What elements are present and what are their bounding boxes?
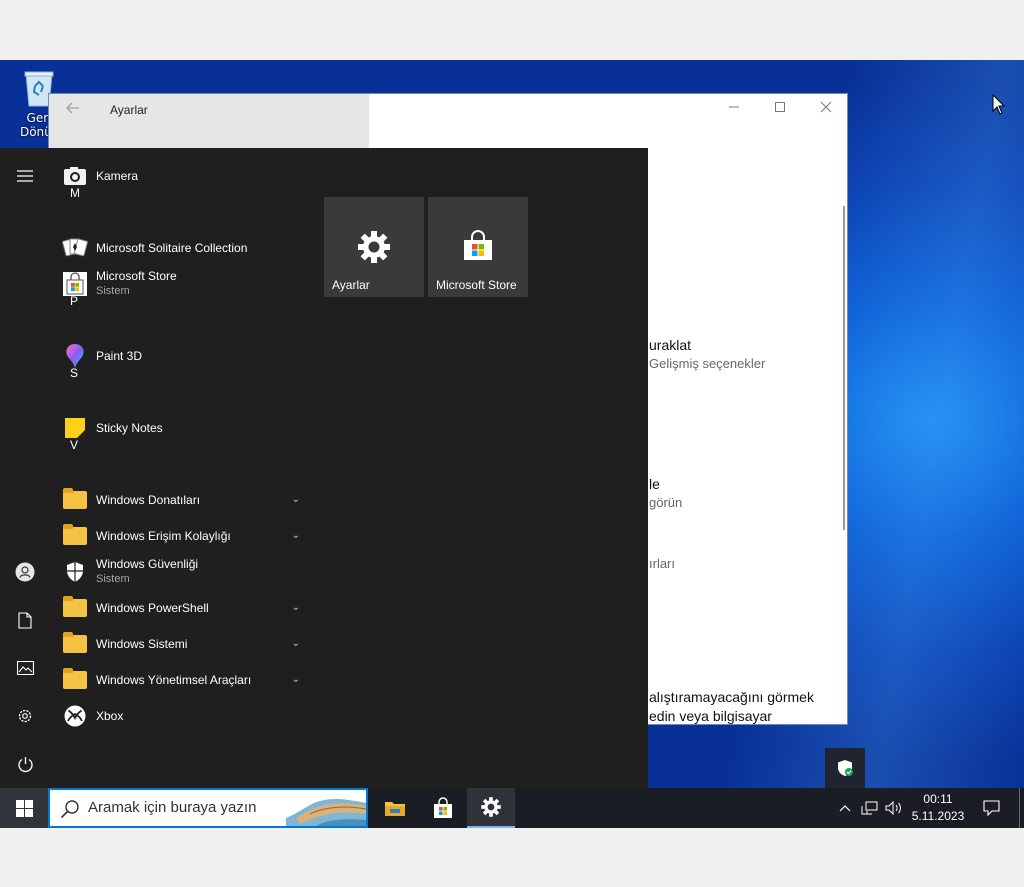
start-menu[interactable]: Kamera M Microsoft Solitaire Collection … [0,148,648,788]
list-item-windows-yonetimsel-araclari[interactable]: Windows Yönetimsel Araçları ⌄ [56,662,306,698]
clock[interactable]: 00:11 5.11.2023 [908,791,968,825]
app-label: Microsoft Solitaire Collection [96,240,248,255]
microsoft-store-icon [434,797,452,818]
app-label: Microsoft Store [96,269,177,283]
hamburger-menu-icon[interactable] [10,161,40,191]
folder-icon [62,595,88,621]
desktop: Geri Dönüş Ayarlar uraklat Gelişmiş seçen… [0,60,1024,828]
settings-text-fragment: le [649,476,660,492]
clock-time: 00:11 [923,792,953,806]
windows-defender-notification-icon[interactable] [825,748,865,788]
search-input[interactable] [88,799,288,816]
settings-text-fragment: alıştıramayacağını görmek [649,689,814,705]
search-box[interactable] [48,788,368,828]
folder-icon [62,631,88,657]
settings-gear-icon[interactable] [10,701,40,731]
chevron-down-icon[interactable]: ⌄ [292,530,300,541]
app-label: Kamera [96,168,139,183]
list-item-kamera[interactable]: Kamera [56,158,306,194]
settings-window-title: Ayarlar [110,103,148,117]
taskbar: 00:11 5.11.2023 [0,788,1024,828]
user-account-icon[interactable] [10,557,40,587]
folder-icon [62,667,88,693]
mouse-cursor-icon [992,93,1006,120]
xbox-icon [62,703,88,729]
list-item-windows-donatilari[interactable]: Windows Donatıları ⌄ [56,482,306,518]
list-item-microsoft-store[interactable]: Microsoft Store Sistem [56,266,306,302]
list-item-sticky-notes[interactable]: Sticky Notes [56,410,306,446]
app-label: Windows Yönetimsel Araçları [96,672,252,687]
microsoft-store-icon [458,229,498,265]
action-center-button[interactable] [976,788,1006,828]
power-icon[interactable] [10,749,40,779]
notification-icon [982,800,1000,816]
search-icon [60,799,80,823]
chevron-down-icon[interactable]: ⌄ [292,674,300,685]
tile-label: Microsoft Store [436,278,517,292]
chevron-down-icon[interactable]: ⌄ [292,494,300,505]
app-label: Windows Donatıları [96,492,201,507]
tile-settings[interactable]: Ayarlar [324,197,424,297]
gear-icon [354,229,394,265]
folder-icon [62,487,88,513]
file-explorer-icon [385,802,405,816]
list-item-windows-erisim-kolayligi[interactable]: Windows Erişim Kolaylığı ⌄ [56,518,306,554]
start-button[interactable] [0,788,48,828]
app-label: Windows PowerShell [96,600,209,615]
settings-text-fragment: ırları [649,556,675,571]
microsoft-store-taskbar-button[interactable] [419,788,467,828]
close-button[interactable] [803,94,847,126]
volume-icon[interactable] [883,788,905,828]
clock-date: 5.11.2023 [911,809,965,823]
minimize-button[interactable] [711,94,757,126]
settings-taskbar-button[interactable] [467,788,515,828]
tile-label: Ayarlar [332,278,370,292]
app-label: Windows Güvenliği [96,557,199,571]
section-letter-p[interactable]: P [70,294,78,308]
file-explorer-button[interactable] [371,788,419,828]
settings-titlebar[interactable]: Ayarlar [49,94,847,126]
section-letter-s[interactable]: S [70,366,78,380]
shield-icon [62,559,88,585]
list-item-paint-3d[interactable]: Paint 3D [56,338,306,374]
start-menu-rail [0,148,50,788]
documents-icon[interactable] [10,605,40,635]
section-letter-m[interactable]: M [70,186,80,200]
list-item-windows-sistemi[interactable]: Windows Sistemi ⌄ [56,626,306,662]
settings-text-fragment: Gelişmiş seçenekler [649,356,766,371]
settings-text-fragment: uraklat [649,337,692,353]
list-item-windows-guvenligi[interactable]: Windows Güvenliği Sistem [56,554,306,590]
chevron-down-icon[interactable]: ⌄ [292,638,300,649]
app-sublabel: Sistem [96,573,130,585]
show-desktop-button[interactable] [1019,788,1020,828]
maximize-button[interactable] [757,94,803,126]
settings-scrollbar[interactable] [843,206,845,530]
chevron-down-icon[interactable]: ⌄ [292,602,300,613]
show-hidden-icons-chevron-up-icon[interactable] [836,788,854,828]
list-item-xbox[interactable]: Xbox [56,698,306,734]
settings-text-fragment: görün [649,495,683,510]
app-label: Paint 3D [96,348,143,363]
gear-icon [481,797,501,817]
settings-text-fragment: edin veya bilgisayar [649,708,772,724]
search-highlight-illustration [286,794,367,826]
pictures-icon[interactable] [10,653,40,683]
app-label: Windows Sistemi [96,636,188,651]
tile-microsoft-store[interactable]: Microsoft Store [428,197,528,297]
network-icon[interactable] [858,788,880,828]
app-label: Windows Erişim Kolaylığı [96,528,231,543]
section-letter-v[interactable]: V [70,438,78,452]
app-sublabel: Sistem [96,285,130,297]
list-item-windows-powershell[interactable]: Windows PowerShell ⌄ [56,590,306,626]
back-arrow-icon[interactable] [63,100,83,120]
windows-logo-icon [15,799,33,817]
list-item-solitaire[interactable]: Microsoft Solitaire Collection [56,230,306,266]
app-label: Sticky Notes [96,420,163,435]
folder-icon [62,523,88,549]
solitaire-cards-icon [62,235,88,261]
app-label: Xbox [96,708,124,723]
